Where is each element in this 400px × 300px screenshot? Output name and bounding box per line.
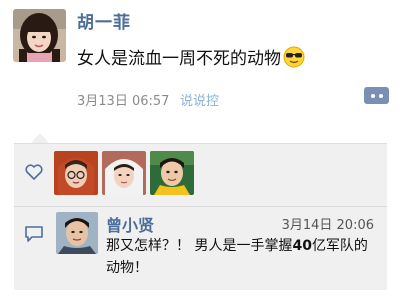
comment-timestamp: 3月14日 20:06 [281, 218, 374, 233]
comment-row: 曾小贤 3月14日 20:06 那又怎样？！ 男人是一手掌握40亿军队的动物！ [14, 207, 387, 290]
liker-avatar-1[interactable] [54, 151, 98, 195]
more-dots-icon [370, 93, 375, 98]
comment-author-name[interactable]: 曾小贤 [106, 212, 154, 236]
comment-text-part-1: 那又怎样？！ 男人是一手掌握 [106, 238, 293, 254]
comment-text-number: 40 [292, 238, 312, 254]
post-content: 女人是流血一周不死的动物 [77, 44, 305, 69]
more-dots-icon [378, 93, 383, 98]
author-avatar-image [13, 9, 66, 62]
comment-bubble-icon[interactable] [24, 225, 44, 243]
post-timestamp: 3月13日 06:57 [77, 94, 170, 109]
qzone-post-card: 胡一菲 女人是流血一周不死的动物 3月13日 06:57 说说控 曾小贤 3月1… [0, 0, 400, 300]
interactions-panel: 曾小贤 3月14日 20:06 那又怎样？！ 男人是一手掌握40亿军队的动物！ [14, 143, 387, 290]
likes-row [14, 144, 387, 207]
post-source-link[interactable]: 说说控 [180, 90, 219, 109]
author-avatar[interactable] [13, 9, 66, 62]
heart-icon[interactable] [25, 164, 43, 180]
comment-text: 那又怎样？！ 男人是一手掌握40亿军队的动物！ [106, 235, 376, 279]
commenter-avatar[interactable] [56, 212, 98, 254]
liker-avatar-3[interactable] [150, 151, 194, 195]
post-text: 女人是流血一周不死的动物 [77, 49, 281, 69]
liker-avatar-2[interactable] [102, 151, 146, 195]
cool-sunglasses-emoji-icon [283, 46, 305, 68]
author-name[interactable]: 胡一菲 [77, 8, 131, 33]
more-options-button[interactable] [364, 87, 389, 104]
